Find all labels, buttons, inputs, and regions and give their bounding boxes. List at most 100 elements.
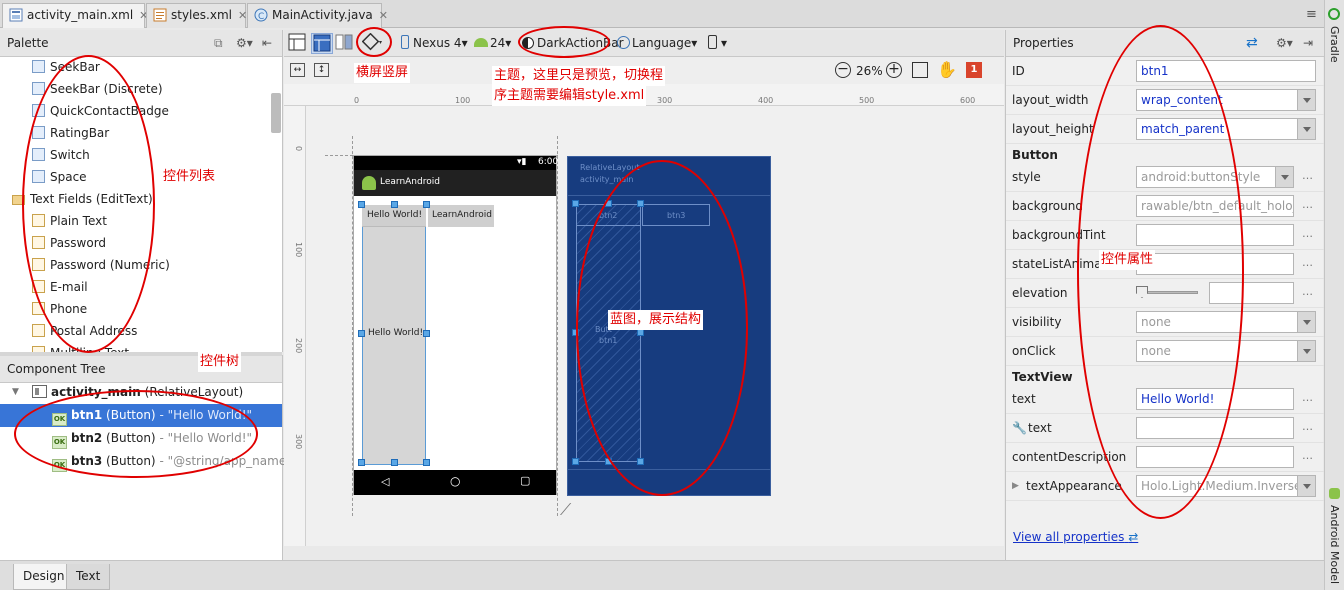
tree-item-btn1[interactable]: OK btn1 (Button) - "Hello World!"	[0, 404, 282, 427]
fit-height-icon[interactable]: ↕	[314, 63, 329, 77]
palette-item[interactable]: RatingBar	[32, 123, 109, 143]
language-selector[interactable]: Language▾	[617, 33, 697, 54]
zoom-fit-icon[interactable]	[912, 62, 928, 78]
close-icon[interactable]: ✕	[238, 9, 247, 22]
more-icon[interactable]: …	[1302, 256, 1313, 269]
gradle-tool-button[interactable]: Gradle	[1328, 26, 1341, 63]
palette-item[interactable]: Text Fields (EditText)	[12, 189, 153, 209]
onclick-select[interactable]: none	[1136, 340, 1316, 362]
chevron-down-icon[interactable]	[1297, 312, 1315, 332]
close-icon[interactable]: ✕	[379, 9, 388, 22]
pan-hand-icon[interactable]: ✋	[937, 60, 957, 79]
design-mode-icon[interactable]	[288, 33, 306, 54]
expand-arrow-icon[interactable]: ▶	[1012, 481, 1019, 491]
visibility-select[interactable]: none	[1136, 311, 1316, 333]
palette-item[interactable]: Phone	[32, 299, 87, 319]
resize-handle-icon[interactable]: ⟋	[560, 500, 571, 520]
more-icon[interactable]: …	[1302, 449, 1313, 462]
btn1-blueprint[interactable]: Butt btn1	[576, 204, 641, 462]
more-icon[interactable]: …	[1302, 198, 1313, 211]
tree-item-btn3[interactable]: OK btn3 (Button) - "@string/app_name"	[0, 450, 292, 473]
palette-item[interactable]: Password	[32, 233, 106, 253]
slider-thumb[interactable]	[1136, 286, 1148, 298]
gear-icon[interactable]: ⚙▾	[1276, 30, 1293, 56]
resize-handle[interactable]	[637, 458, 644, 465]
text-appearance-select[interactable]: Holo.Light.Medium.Inverse	[1136, 475, 1316, 497]
btn3-blueprint[interactable]: btn3	[642, 204, 710, 226]
background-tint-field[interactable]	[1136, 224, 1294, 246]
resize-handle[interactable]	[572, 329, 579, 336]
tools-text-field[interactable]	[1136, 417, 1294, 439]
more-icon[interactable]: …	[1302, 391, 1313, 404]
palette-item[interactable]: E-mail	[32, 277, 88, 297]
restore-icon[interactable]: ⧉	[214, 30, 223, 56]
layout-height-select[interactable]: match_parent	[1136, 118, 1316, 140]
android-model-tool-button[interactable]: Android Model	[1328, 505, 1341, 584]
id-field[interactable]: btn1	[1136, 60, 1316, 82]
resize-handle[interactable]	[572, 200, 579, 207]
more-icon[interactable]: …	[1302, 285, 1313, 298]
text-field[interactable]: Hello World!	[1136, 388, 1294, 410]
background-field[interactable]: rawable/btn_default_holo_li	[1136, 195, 1294, 217]
resize-handle[interactable]	[572, 458, 579, 465]
both-mode-icon[interactable]	[335, 33, 353, 54]
phone-preview[interactable]: ▾▮ 6:00 LearnAndroid Hello World! Hello …	[353, 155, 558, 495]
resize-handle[interactable]	[637, 200, 644, 207]
zoom-out-icon[interactable]: −	[835, 62, 851, 78]
resize-handle[interactable]	[423, 201, 430, 208]
resize-handle[interactable]	[358, 201, 365, 208]
btn1-preview[interactable]: Hello World!	[362, 205, 426, 465]
palette-item[interactable]: Postal Address	[32, 321, 137, 341]
chevron-down-icon[interactable]	[1297, 476, 1315, 496]
palette-scrollbar[interactable]	[271, 93, 281, 133]
tab-main-activity[interactable]: C MainActivity.java ✕	[247, 3, 388, 28]
palette-item[interactable]: Plain Text	[32, 211, 107, 231]
chevron-down-icon[interactable]	[1275, 167, 1293, 187]
palette-item[interactable]: Switch	[32, 145, 90, 165]
orientation-rotate-icon[interactable]	[361, 32, 384, 54]
hide-panel-icon[interactable]: ⇤	[262, 30, 272, 56]
chevron-down-icon[interactable]	[1297, 90, 1315, 110]
resize-handle[interactable]	[390, 459, 398, 466]
resize-handle[interactable]	[358, 330, 365, 337]
gear-icon[interactable]: ⚙▾	[236, 30, 253, 56]
blueprint-mode-icon[interactable]	[311, 33, 333, 54]
style-select[interactable]: android:buttonStyle	[1136, 166, 1294, 188]
resize-handle[interactable]	[358, 459, 365, 466]
device-frame-selector[interactable]: ▾	[708, 33, 727, 54]
swap-view-icon[interactable]: ⇄	[1246, 30, 1258, 56]
palette-item[interactable]: QuickContactBadge	[32, 101, 169, 121]
tab-text[interactable]: Text	[66, 564, 111, 590]
palette-item[interactable]: Password (Numeric)	[32, 255, 170, 275]
state-list-animator-field[interactable]	[1136, 253, 1294, 275]
btn3-preview[interactable]: LearnAndroid	[428, 205, 494, 227]
more-icon[interactable]: …	[1302, 227, 1313, 240]
fit-width-icon[interactable]: ↔	[290, 63, 305, 77]
tree-item-btn2[interactable]: OK btn2 (Button) - "Hello World!"	[0, 427, 282, 450]
error-badge[interactable]: 1	[966, 62, 982, 78]
device-selector[interactable]: Nexus 4▾	[401, 33, 468, 54]
expand-arrow-icon[interactable]: ▼	[12, 381, 19, 404]
resize-handle[interactable]	[423, 459, 430, 466]
content-description-field[interactable]	[1136, 446, 1294, 468]
resize-handle[interactable]	[423, 330, 430, 337]
more-icon[interactable]: …	[1302, 420, 1313, 433]
btn2-blueprint[interactable]: btn2	[576, 204, 641, 226]
chevron-down-icon[interactable]	[1297, 341, 1315, 361]
view-all-properties-link[interactable]: View all properties ⇄	[1013, 530, 1138, 544]
tab-activity-main[interactable]: activity_main.xml ✕	[2, 3, 148, 28]
resize-handle[interactable]	[604, 200, 612, 207]
tree-root[interactable]: ▼ activity_main (RelativeLayout)	[0, 381, 282, 404]
palette-item[interactable]: Space	[32, 167, 87, 187]
more-icon[interactable]: …	[1302, 169, 1313, 182]
palette-item[interactable]: SeekBar	[32, 57, 100, 77]
elevation-field[interactable]	[1209, 282, 1294, 304]
theme-selector[interactable]: DarkActionBar	[522, 33, 624, 54]
api-level-selector[interactable]: 24▾	[474, 33, 511, 54]
btn2-preview[interactable]: Hello World!	[362, 205, 426, 227]
chevron-down-icon[interactable]	[1297, 119, 1315, 139]
tab-styles[interactable]: styles.xml ✕	[146, 3, 247, 28]
resize-handle[interactable]	[637, 329, 644, 336]
resize-handle[interactable]	[604, 458, 612, 465]
zoom-in-icon[interactable]: +	[886, 62, 902, 78]
